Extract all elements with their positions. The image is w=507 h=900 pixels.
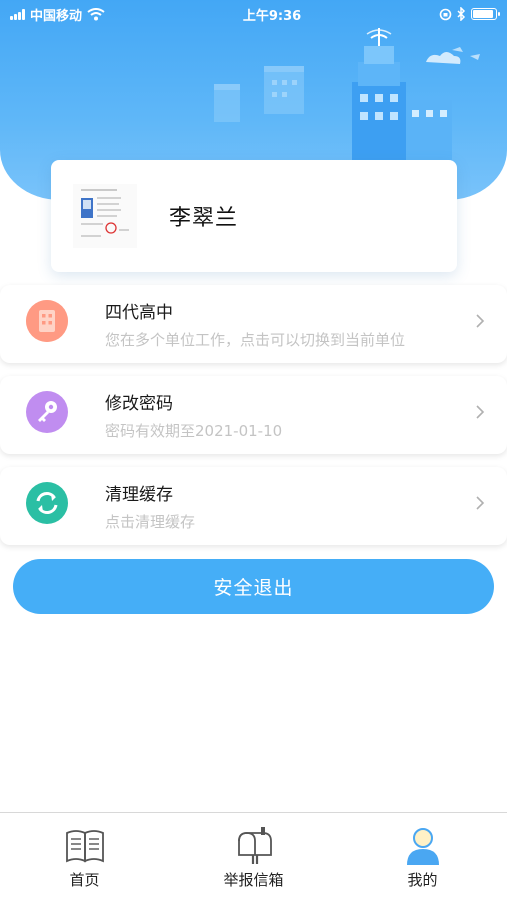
mailbox-icon [237,827,272,864]
clock: 上午9:36 [242,8,302,24]
tab-label: 首页 [69,871,100,889]
user-icon [406,828,439,865]
tab-label: 我的 [407,871,438,889]
menu-subtitle: 点击清理缓存 [105,513,196,531]
menu-item-switch-unit[interactable]: 四代高中 您在多个单位工作，点击可以切换到当前单位 [0,285,507,363]
menu-title: 四代高中 [105,303,173,323]
menu-title: 清理缓存 [105,485,173,505]
menu-subtitle: 您在多个单位工作，点击可以切换到当前单位 [105,331,406,349]
wifi-icon [87,7,105,20]
avatar [73,184,137,248]
chevron-right-icon [476,496,485,510]
menu-item-change-password[interactable]: 修改密码 密码有效期至2021-01-10 [0,376,507,454]
city-illustration [214,28,480,162]
user-name: 李翠兰 [169,206,239,231]
signal-icon [10,8,25,20]
tab-label: 举报信箱 [223,871,284,889]
tab-report-mailbox[interactable]: 举报信箱 [169,813,338,900]
menu-item-clear-cache[interactable]: 清理缓存 点击清理缓存 [0,467,507,545]
carrier-label: 中国移动 [30,8,83,24]
menu-subtitle: 密码有效期至2021-01-10 [105,422,283,440]
battery-icon [470,8,500,20]
tab-bar: 首页 举报信箱 我的 [0,812,507,900]
id-document-icon [73,184,137,248]
chevron-right-icon [476,405,485,419]
menu-title: 修改密码 [105,394,173,414]
status-bar: 中国移动 上午9:36 [0,0,507,28]
logout-button[interactable]: 安全退出 [13,559,494,614]
profile-card[interactable]: 李翠兰 [51,160,457,272]
refresh-icon [26,482,68,524]
book-icon [65,830,104,863]
building-icon [26,300,68,342]
orientation-lock-icon [439,8,452,20]
chevron-right-icon [476,314,485,328]
key-icon [26,391,68,433]
tab-home[interactable]: 首页 [0,813,169,900]
tab-mine[interactable]: 我的 [338,813,507,900]
bluetooth-icon [457,7,466,21]
